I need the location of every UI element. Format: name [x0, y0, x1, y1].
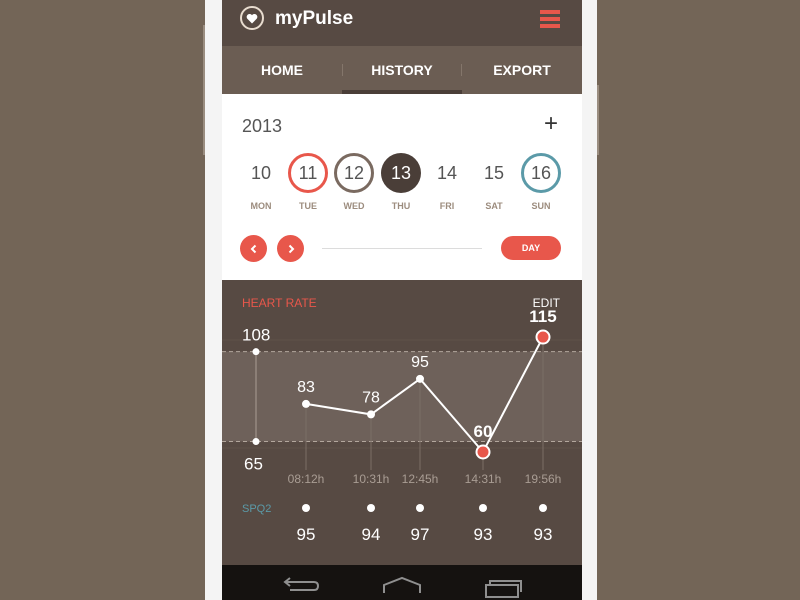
highlight-point — [535, 329, 551, 345]
day-number: 11 — [288, 153, 328, 193]
spo2-value: 93 — [474, 525, 493, 544]
previous-button[interactable] — [240, 235, 267, 262]
day-10[interactable]: 10 MON — [238, 153, 284, 212]
day-number: 15 — [483, 162, 505, 183]
day-number: 16 — [521, 153, 561, 193]
app-title: myPulse — [275, 8, 354, 29]
heart-rate-chart: HEART RATE EDIT1086508:12h 10:31h 12:45h 14:… — [222, 296, 582, 544]
day-12[interactable]: 12 WED — [331, 153, 377, 211]
time-label: 12:45h — [402, 472, 439, 486]
spo2-value: 94 — [362, 525, 381, 544]
spo2-value: 95 — [297, 525, 316, 544]
chart-title: HEART RATE — [242, 296, 317, 310]
time-label: 08:12h — [288, 472, 325, 486]
point-value: 115 — [529, 307, 556, 326]
range-day-button[interactable]: DAY — [501, 236, 561, 260]
weekday-label: FRI — [439, 201, 455, 211]
tab-divider — [461, 64, 462, 76]
spo2-value: 97 — [411, 525, 430, 544]
range-low-dot — [252, 438, 260, 446]
spo2-value: 93 — [534, 525, 553, 544]
spo2-dot — [479, 504, 487, 512]
time-label: 19:56h — [525, 472, 562, 486]
data-point — [302, 399, 310, 408]
calendar-year: 2013 — [242, 116, 283, 136]
system-nav-bar — [222, 565, 582, 600]
home-icon[interactable] — [383, 576, 421, 593]
day-14[interactable]: 14 FRI — [424, 153, 470, 212]
next-button[interactable] — [277, 235, 304, 262]
heart-rate-panel: HEART RATE EDIT 108 65 08:12h 10:31h 12:45h 14:… — [222, 280, 582, 565]
weekday-label: SUN — [531, 201, 551, 211]
weekday-label: WED — [343, 201, 365, 211]
app-bar: myPulse — [222, 0, 582, 46]
add-icon[interactable]: + — [544, 110, 558, 138]
range-high-label: 108 — [242, 326, 270, 345]
time-label: 14:31h — [465, 472, 502, 486]
day-number: 14 — [436, 162, 458, 183]
chevron-right-icon — [288, 244, 294, 253]
weekday-label: MON — [250, 201, 272, 211]
tab-home[interactable]: HOME — [222, 46, 342, 94]
point-value: 78 — [362, 389, 380, 406]
day-number: 10 — [250, 162, 272, 183]
highlight-point — [475, 444, 491, 460]
day-number: 13 — [381, 153, 421, 193]
date-range-slider[interactable] — [322, 248, 482, 249]
heart-logo-icon — [240, 6, 264, 30]
data-point — [367, 410, 375, 419]
tab-history[interactable]: HISTORY — [342, 46, 462, 94]
chevron-left-icon — [250, 244, 256, 253]
point-value: 95 — [411, 354, 429, 371]
data-point — [416, 374, 424, 383]
day-11[interactable]: 11 TUE — [285, 153, 331, 211]
day-number: 12 — [334, 153, 374, 193]
back-icon[interactable] — [283, 577, 320, 591]
point-value: 60 — [474, 422, 493, 441]
weekday-label: THU — [391, 201, 411, 211]
range-high-dot — [252, 348, 260, 356]
weekday-label: TUE — [299, 201, 317, 211]
weekday-label: SAT — [485, 201, 503, 211]
spo2-label: SPQ2 — [242, 503, 271, 515]
spo2-dot — [539, 504, 547, 512]
day-16[interactable]: 16 SUN — [518, 153, 564, 211]
menu-icon[interactable] — [540, 10, 560, 30]
tab-export[interactable]: EXPORT — [462, 46, 582, 94]
range-low-label: 65 — [244, 455, 263, 474]
app-screen: myPulse HOME HISTORY EXPORT 2013 + 10 MON… — [222, 0, 582, 600]
day-13[interactable]: 13 THU — [378, 153, 424, 211]
day-15[interactable]: 15 SAT — [471, 153, 517, 212]
recent-apps-icon[interactable] — [485, 580, 522, 598]
point-value: 83 — [297, 379, 315, 396]
tab-divider — [342, 64, 343, 76]
spo2-dot — [302, 504, 310, 512]
spo2-dot — [367, 504, 375, 512]
tab-bar: HOME HISTORY EXPORT — [222, 46, 582, 94]
time-label: 10:31h — [353, 472, 390, 486]
spo2-dot — [416, 504, 424, 512]
